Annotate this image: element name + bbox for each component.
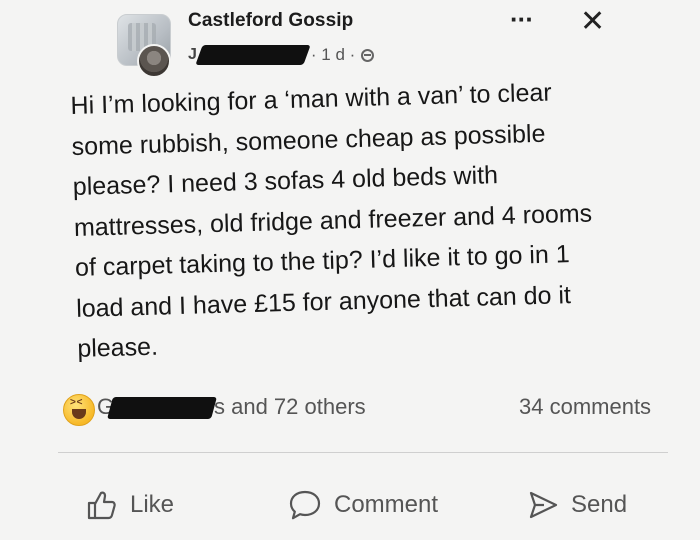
send-label: Send — [571, 491, 628, 518]
send-button[interactable]: Send — [527, 480, 627, 530]
close-icon[interactable]: ✕ — [580, 4, 605, 39]
comment-icon — [289, 490, 321, 520]
more-options-icon[interactable]: ··· — [510, 4, 534, 35]
post-actions: Like Comment Send — [0, 480, 700, 530]
page-name[interactable]: Castleford Gossip — [188, 10, 353, 32]
like-button[interactable]: Like — [86, 480, 174, 530]
post-header: Castleford Gossip J · 1 d · ··· ✕ — [0, 0, 700, 80]
comment-count[interactable]: 34 comments — [519, 394, 661, 420]
avatar-group[interactable] — [113, 14, 171, 78]
post-time[interactable]: · 1 d · — [311, 45, 355, 65]
divider — [58, 452, 668, 453]
like-label: Like — [130, 491, 175, 518]
reactions-summary[interactable]: G s and 72 others 34 comments — [0, 390, 700, 430]
reaction-count-text[interactable]: s and 72 others — [214, 394, 366, 420]
comment-button[interactable]: Comment — [288, 480, 438, 530]
post-meta: J · 1 d · — [188, 44, 375, 66]
globe-icon — [361, 48, 375, 62]
thumbs-up-icon — [87, 491, 116, 520]
reactor-name-redaction — [107, 397, 217, 419]
haha-reaction-icon — [63, 394, 95, 426]
user-avatar[interactable] — [137, 44, 171, 78]
author-name-redaction — [195, 45, 311, 65]
post-text: Hi I’m looking for a ‘man with a van’ to… — [70, 70, 658, 370]
comment-label: Comment — [334, 491, 439, 518]
send-icon — [529, 491, 558, 519]
